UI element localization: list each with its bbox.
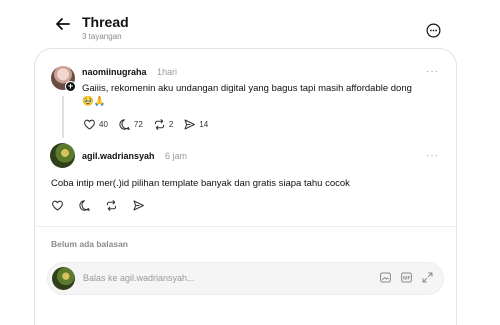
back-arrow-icon[interactable]: [53, 14, 73, 34]
repost-button[interactable]: 2: [153, 118, 173, 131]
share-button[interactable]: [132, 199, 145, 212]
reply-actions: [51, 199, 155, 212]
heart-icon: [84, 119, 95, 130]
comment-button[interactable]: 72: [118, 118, 143, 131]
like-button[interactable]: [51, 199, 64, 212]
page-title: Thread: [82, 14, 129, 30]
share-button[interactable]: 14: [183, 118, 208, 131]
share-count: 14: [199, 120, 209, 129]
avatar[interactable]: [50, 143, 75, 168]
no-replies-label: Belum ada balasan: [51, 239, 129, 249]
reply-time: 6 jam: [165, 151, 188, 161]
thread-connector-line: [62, 96, 64, 138]
reply-placeholder[interactable]: Balas ke agil.wadriansyah...: [83, 273, 195, 283]
comment-count: 72: [133, 120, 143, 129]
header: Thread 3 tayangan: [0, 0, 500, 48]
like-button[interactable]: 40: [83, 118, 108, 131]
follow-plus-icon[interactable]: +: [65, 81, 76, 92]
post-more-button[interactable]: ···: [426, 66, 439, 77]
comment-icon: [119, 119, 130, 130]
post-time: 1hari: [157, 67, 178, 77]
divider: [35, 226, 456, 227]
send-icon: [133, 200, 144, 211]
expand-icon[interactable]: [421, 271, 434, 284]
post-actions: 40 72 2 14: [83, 118, 218, 131]
post-username[interactable]: naomiinugraha: [82, 67, 147, 77]
avatar: [52, 267, 75, 290]
post-text-line1: Gaiiis, rekomenin aku undangan digital y…: [82, 83, 412, 94]
image-icon[interactable]: [379, 271, 392, 284]
repost-icon: [106, 200, 117, 211]
send-icon: [184, 119, 196, 130]
reply-more-button[interactable]: ···: [426, 150, 439, 161]
repost-count: 2: [168, 120, 174, 129]
more-circle-icon[interactable]: [426, 23, 441, 38]
repost-button[interactable]: [105, 199, 118, 212]
heart-icon: [52, 200, 63, 211]
comment-button[interactable]: [78, 199, 91, 212]
reply-text: Coba intip mer(.)id pilihan template ban…: [51, 178, 350, 189]
gif-label: GIF: [403, 275, 411, 280]
view-count: 3 tayangan: [82, 32, 122, 41]
post-text-line2: 🥹🙏: [82, 96, 106, 107]
reply-username[interactable]: agil.wadriansyah: [82, 151, 155, 161]
repost-icon: [154, 119, 164, 130]
comment-icon: [79, 200, 90, 211]
like-count: 40: [99, 120, 108, 129]
gif-icon[interactable]: GIF: [400, 271, 413, 284]
